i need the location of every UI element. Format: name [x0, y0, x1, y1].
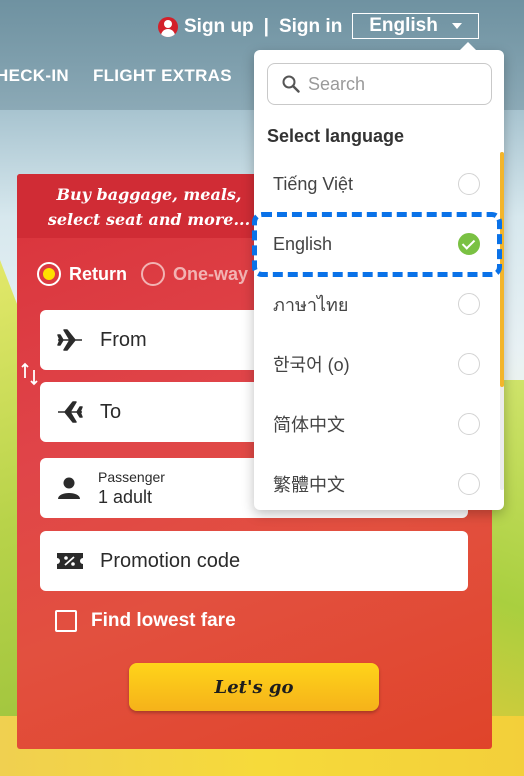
language-option-vietnamese[interactable]: Tiếng Việt [254, 154, 504, 214]
language-selector-button[interactable]: English [352, 13, 479, 39]
language-option-traditional-chinese[interactable]: 繁體中文 [254, 454, 504, 499]
trip-type-group: Return One-way [37, 262, 248, 286]
swap-direction-icon[interactable] [21, 362, 39, 386]
lets-go-button[interactable]: Let's go [129, 663, 379, 711]
unselected-radio-icon [458, 413, 480, 435]
search-icon [282, 75, 300, 93]
language-option-english[interactable]: English [254, 214, 504, 274]
language-option-label: English [273, 233, 333, 254]
lowest-fare-label: Find lowest fare [91, 610, 236, 631]
from-field-label: From [100, 328, 147, 351]
caret-down-icon [451, 23, 462, 29]
language-option-label: Tiếng Việt [273, 173, 354, 194]
passenger-info: Passenger 1 adult [98, 469, 165, 508]
main-nav: HECK-IN FLIGHT EXTRAS [0, 66, 266, 90]
language-dropdown: Select language Tiếng Việt English ภาษาไ… [254, 42, 504, 510]
radio-return[interactable] [37, 262, 61, 286]
language-selector-label: English [369, 15, 438, 36]
language-search-box[interactable] [267, 63, 492, 105]
to-field-label: To [100, 400, 122, 423]
trip-type-one-way[interactable]: One-way [141, 262, 248, 286]
unselected-radio-icon [458, 353, 480, 375]
trip-type-return-label: Return [69, 263, 127, 284]
scrollbar-thumb[interactable] [500, 152, 504, 387]
sign-in-link[interactable]: Sign in [279, 16, 342, 38]
language-option-korean[interactable]: 한국어 (o) [254, 334, 504, 394]
language-option-thai[interactable]: ภาษาไทย [254, 274, 504, 334]
nav-item-flight-extras[interactable]: FLIGHT EXTRAS [93, 66, 232, 90]
trip-type-return[interactable]: Return [37, 262, 127, 286]
select-language-title: Select language [267, 126, 405, 146]
lowest-fare-checkbox[interactable] [55, 610, 77, 632]
language-list-scrollbar[interactable] [500, 152, 504, 490]
language-option-label: 繁體中文 [273, 475, 345, 495]
departure-plane-icon [57, 329, 82, 351]
account-links: Sign up | Sign in [158, 14, 342, 40]
trip-type-one-way-label: One-way [173, 263, 249, 284]
radio-one-way[interactable] [141, 262, 165, 286]
arrival-plane-icon [58, 401, 83, 423]
passenger-value: 1 adult [98, 486, 153, 507]
language-search-input[interactable] [308, 73, 468, 95]
unselected-radio-icon [458, 173, 480, 195]
unselected-radio-icon [458, 293, 480, 315]
promo-ticket-icon [57, 553, 83, 569]
language-option-label: ภาษาไทย [273, 294, 349, 315]
language-list: Tiếng Việt English ภาษาไทย 한국어 (o) 简体中文 … [254, 154, 504, 499]
promotion-code-label: Promotion code [100, 549, 241, 572]
passenger-icon [58, 477, 80, 499]
language-option-label: 简体中文 [273, 415, 345, 435]
promotion-code-field[interactable]: Promotion code [40, 531, 468, 591]
unselected-radio-icon [458, 473, 480, 495]
checkmark-icon [458, 233, 480, 255]
language-option-label: 한국어 (o) [273, 355, 350, 375]
nav-item-check-in[interactable]: HECK-IN [0, 66, 69, 90]
language-option-simplified-chinese[interactable]: 简体中文 [254, 394, 504, 454]
promo-banner-text: Buy baggage, meals, select seat and more… [47, 185, 251, 229]
sign-up-link[interactable]: Sign up [184, 16, 254, 38]
user-icon [158, 17, 178, 37]
separator: | [263, 16, 269, 37]
find-lowest-fare-option[interactable]: Find lowest fare [55, 610, 236, 632]
passenger-label: Passenger [98, 468, 165, 485]
